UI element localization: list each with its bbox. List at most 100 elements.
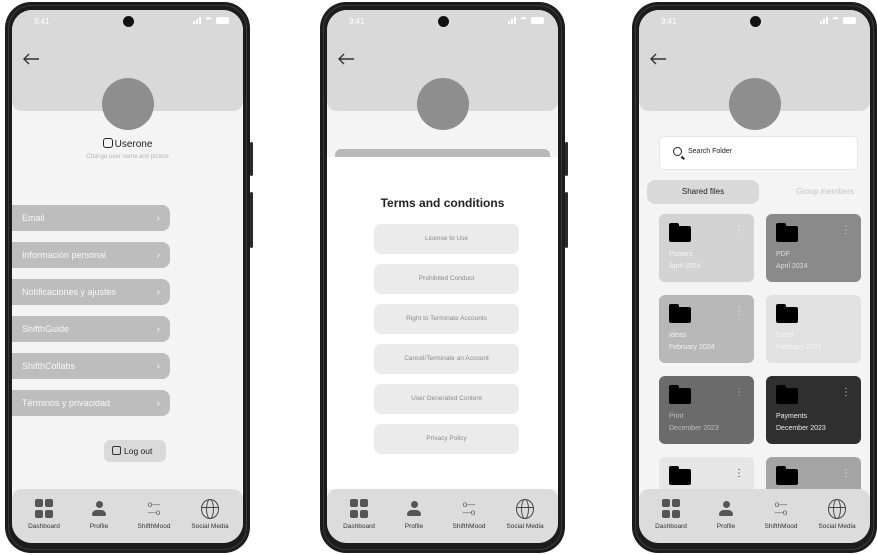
battery-icon (843, 16, 856, 24)
chevron-right-icon: › (156, 398, 160, 409)
settings-menu: Email › Información personal › Notificacio… (12, 205, 170, 427)
folder-card[interactable]: ⋮ Print December 2023 (659, 376, 754, 444)
search-placeholder: Search Folder (688, 148, 732, 155)
nav-social-media[interactable]: Social Media (495, 499, 555, 530)
username[interactable]: Userone (12, 138, 243, 150)
username-caption: Change user name and picture (86, 154, 169, 160)
chevron-right-icon: › (156, 361, 160, 372)
signal-icon (193, 16, 201, 24)
more-options-icon[interactable]: ⋮ (734, 226, 744, 236)
nav-social-media[interactable]: Social Media (807, 499, 867, 530)
search-icon (673, 147, 682, 156)
terms-title: Terms and conditions (380, 196, 505, 210)
bottom-nav: Dashboard Profile o— —o ShifthMood Social … (639, 489, 870, 543)
terms-item-cancel-account[interactable]: Cancel/Terminate an Account (374, 344, 519, 374)
terms-item-license[interactable]: License to Use (374, 224, 519, 254)
avatar (728, 78, 781, 130)
person-icon (719, 499, 733, 519)
nav-profile[interactable]: Profile (69, 499, 129, 530)
back-arrow-icon[interactable] (649, 52, 667, 66)
more-options-icon[interactable]: ⋮ (734, 307, 744, 317)
globe-icon (516, 499, 534, 519)
back-arrow-icon[interactable] (22, 52, 40, 66)
menu-item-notifications[interactable]: Notificaciones y ajustes › (12, 279, 170, 305)
menu-item-email[interactable]: Email › (12, 205, 170, 231)
screen-terms: 9:41 Terms and conditions License to Use… (327, 10, 558, 543)
person-icon (407, 499, 421, 519)
more-options-icon[interactable]: ⋮ (734, 388, 744, 398)
phone-profile: 9:41 Userone Change user name and pictur… (5, 2, 253, 553)
edit-icon[interactable] (102, 138, 113, 148)
folder-icon (669, 304, 691, 323)
screen-files: 9:41 Search Folder Shared files Group me… (639, 10, 870, 543)
folder-icon (776, 304, 798, 323)
more-options-icon[interactable]: ⋮ (841, 226, 851, 236)
more-options-icon[interactable]: ⋮ (734, 469, 744, 479)
globe-icon (828, 499, 846, 519)
camera-notch (437, 16, 449, 27)
folder-icon (776, 466, 798, 485)
folder-card[interactable]: ⋮ Ideas February 2024 (659, 295, 754, 363)
phone-files: 9:41 Search Folder Shared files Group me… (632, 2, 877, 553)
terms-item-privacy-policy[interactable]: Privacy Policy (374, 424, 519, 454)
terms-list: License to Use Prohibited Conduct Right … (374, 224, 519, 464)
menu-item-terms-privacy[interactable]: Términos y privacidad › (12, 390, 170, 416)
signal-icon (820, 16, 828, 24)
files-tabs: Shared files Group members (647, 180, 870, 204)
nav-shifthmood[interactable]: o— —o ShifthMood (439, 499, 499, 531)
avatar (416, 78, 469, 130)
sliders-icon: o— —o (462, 500, 476, 517)
globe-icon (201, 499, 219, 519)
username-label: Userone (114, 139, 153, 150)
tab-group-members[interactable]: Group members (763, 180, 870, 204)
camera-notch (749, 16, 761, 27)
person-icon (92, 499, 106, 519)
folder-card[interactable]: ⋮ Excel February 2024 (766, 295, 861, 363)
folder-icon (669, 223, 691, 242)
terms-item-user-content[interactable]: User Generated Content (374, 384, 519, 414)
wifi-icon (831, 16, 840, 24)
search-folder-input[interactable]: Search Folder (659, 136, 858, 170)
battery-icon (216, 16, 229, 24)
bottom-nav: Dashboard Profile o— —o ShifthMood Social … (327, 489, 558, 543)
terms-item-prohibited-conduct[interactable]: Prohibited Conduct (374, 264, 519, 294)
chevron-right-icon: › (156, 287, 160, 298)
back-arrow-icon[interactable] (337, 52, 355, 66)
folder-card[interactable]: ⋮ PDF April 2024 (766, 214, 861, 282)
more-options-icon[interactable]: ⋮ (841, 388, 851, 398)
nav-dashboard[interactable]: Dashboard (641, 499, 701, 530)
camera-notch (122, 16, 134, 27)
menu-item-shifthguide[interactable]: ShifthGuide › (12, 316, 170, 342)
bottom-nav: Dashboard Profile o— —o ShifthMood Social … (12, 489, 243, 543)
avatar[interactable] (101, 78, 154, 130)
screen-profile: 9:41 Userone Change user name and pictur… (12, 10, 243, 543)
chevron-right-icon: › (156, 213, 160, 224)
menu-item-personal-info[interactable]: Información personal › (12, 242, 170, 268)
sliders-icon: o— —o (774, 500, 788, 517)
wifi-icon (204, 16, 213, 24)
more-options-icon[interactable]: ⋮ (841, 469, 851, 479)
logout-icon (112, 446, 121, 455)
phone-terms: 9:41 Terms and conditions License to Use… (320, 2, 568, 553)
nav-profile[interactable]: Profile (384, 499, 444, 530)
mockup-stage: 9:41 Userone Change user name and pictur… (0, 0, 877, 555)
more-options-icon[interactable]: ⋮ (841, 307, 851, 317)
terms-item-terminate-accounts[interactable]: Right to Terminate Accounts (374, 304, 519, 334)
folder-card[interactable]: ⋮ Payments December 2023 (766, 376, 861, 444)
status-time: 9:41 (661, 17, 677, 26)
folder-icon (669, 466, 691, 485)
grid-icon (662, 499, 680, 519)
folder-icon (669, 385, 691, 404)
logout-button[interactable]: Log out (104, 440, 166, 462)
grid-icon (35, 499, 53, 519)
nav-profile[interactable]: Profile (696, 499, 756, 530)
menu-item-shifthcollabs[interactable]: ShifthCollabs › (12, 353, 170, 379)
nav-dashboard[interactable]: Dashboard (329, 499, 389, 530)
nav-social-media[interactable]: Social Media (180, 499, 240, 530)
folder-icon (776, 385, 798, 404)
tab-shared-files[interactable]: Shared files (647, 180, 759, 204)
nav-shifthmood[interactable]: o— —o ShifthMood (124, 499, 184, 531)
nav-dashboard[interactable]: Dashboard (14, 499, 74, 530)
folder-card[interactable]: ⋮ Posters April 2024 (659, 214, 754, 282)
nav-shifthmood[interactable]: o— —o ShifthMood (751, 499, 811, 531)
